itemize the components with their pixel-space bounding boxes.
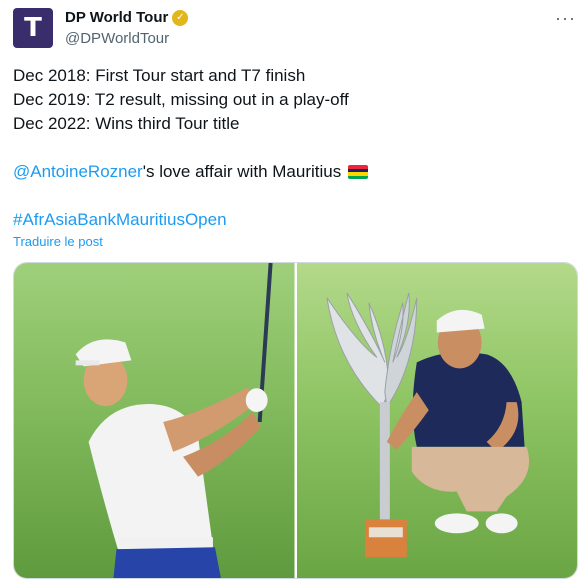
media-grid	[13, 262, 578, 579]
handle[interactable]: @DPWorldTour	[65, 30, 169, 47]
display-name[interactable]: DP World Tour	[65, 9, 168, 26]
author-name-row: DP World Tour ✓	[65, 9, 189, 26]
tweet-text: Dec 2018: First Tour start and T7 finish…	[13, 64, 573, 232]
avatar[interactable]: T	[13, 8, 53, 48]
translate-post-link[interactable]: Traduire le post	[13, 234, 103, 249]
mention-suffix: 's love affair with Mauritius	[142, 162, 346, 181]
tweet-line: Dec 2018: First Tour start and T7 finish	[13, 66, 306, 85]
mention-link[interactable]: @AntoineRozner	[13, 162, 143, 181]
hashtag-link[interactable]: #AfrAsiaBankMauritiusOpen	[13, 210, 227, 229]
golfer-swing-photo[interactable]	[14, 263, 295, 578]
tweet-line: Dec 2022: Wins third Tour title	[13, 114, 240, 133]
tweet-line: @AntoineRozner's love affair with Maurit…	[13, 160, 573, 184]
tweet-line: Dec 2019: T2 result, missing out in a pl…	[13, 90, 349, 109]
mauritius-flag-icon	[347, 165, 368, 179]
golfer-with-trophy-photo[interactable]	[296, 263, 577, 578]
tweet-line: #AfrAsiaBankMauritiusOpen	[13, 208, 573, 232]
verified-badge-icon: ✓	[172, 9, 189, 26]
avatar-logo: T	[24, 13, 42, 43]
more-options-icon[interactable]: ···	[555, 8, 576, 29]
